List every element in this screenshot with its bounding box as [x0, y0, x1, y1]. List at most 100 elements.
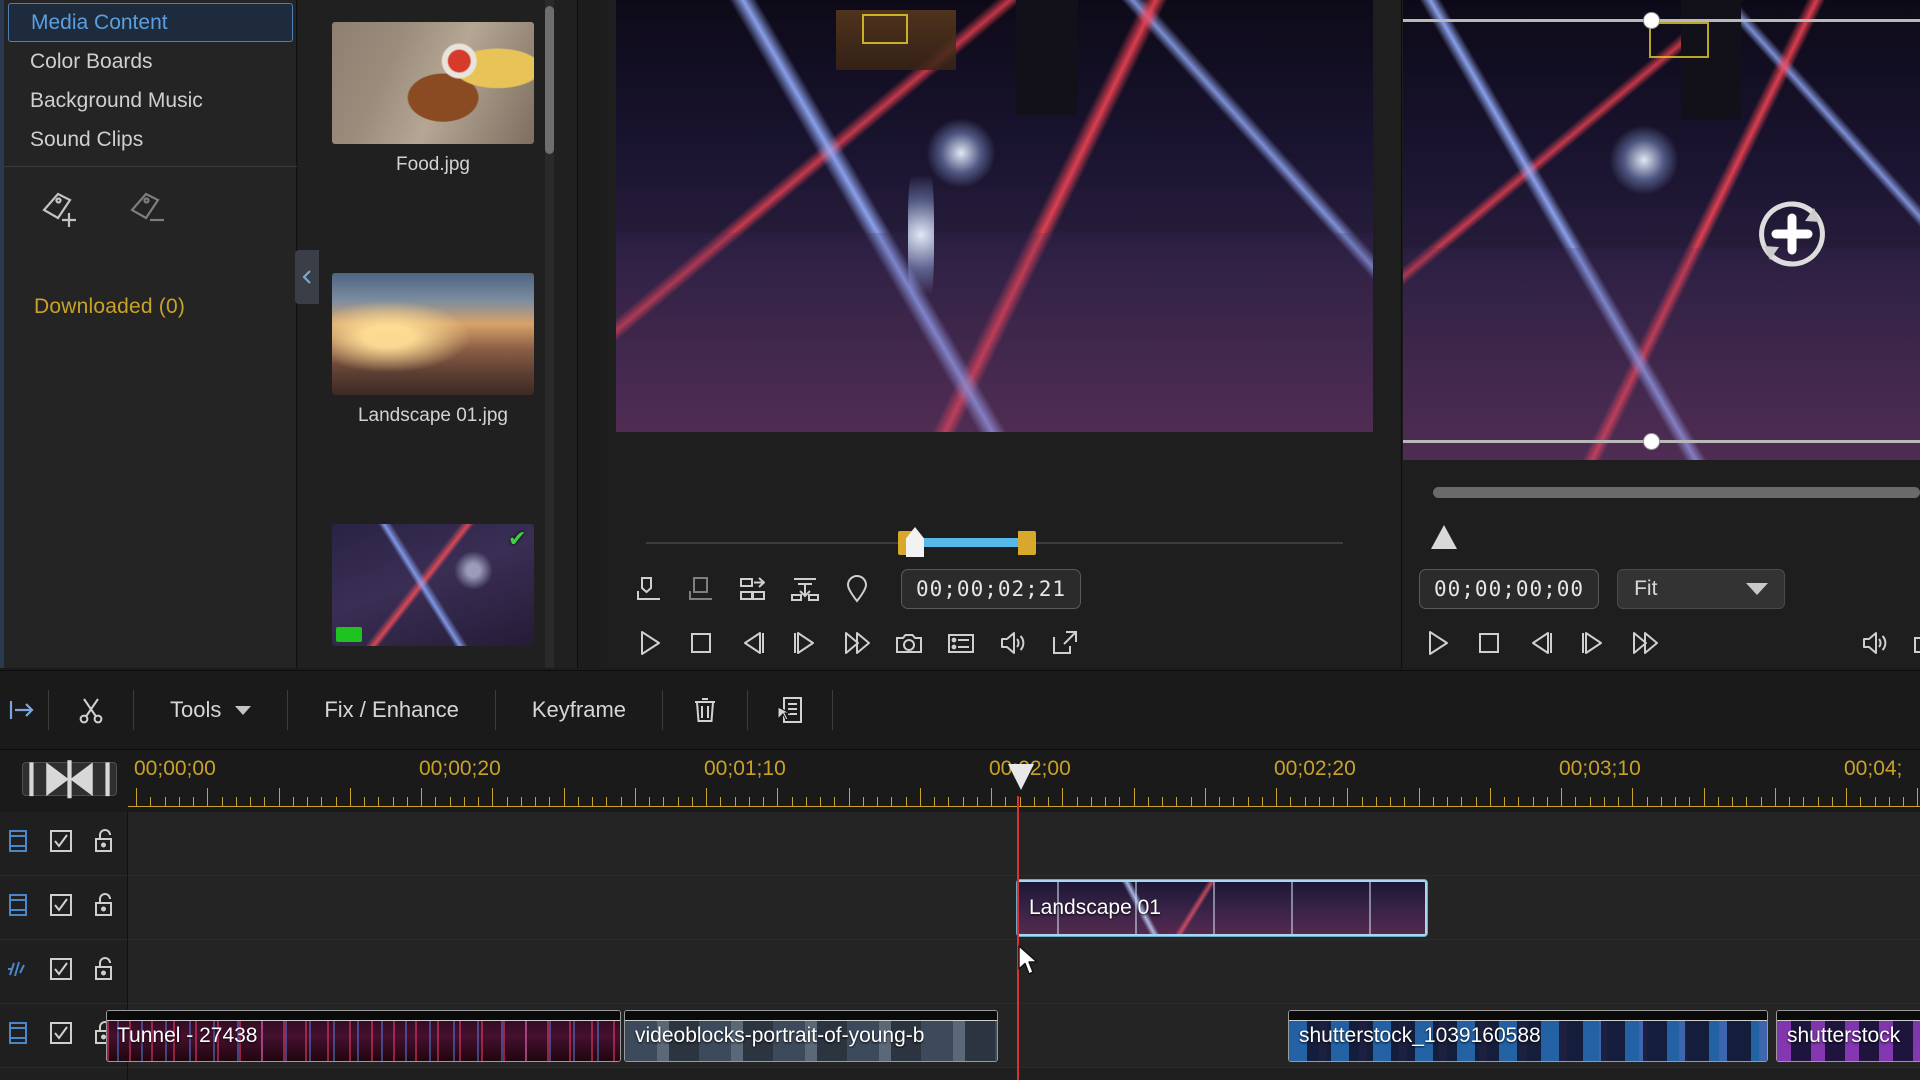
track-enable-checkbox[interactable] [48, 956, 74, 987]
zoom-level-select[interactable]: Fit [1617, 569, 1786, 609]
ruler-tick-marks [128, 786, 1920, 806]
rotate-move-icon[interactable] [1750, 192, 1834, 276]
sidebar-item-media-content[interactable]: Media Content [8, 3, 293, 42]
timeline-ruler-row: 00;00;00 00;00;20 00;01;10 00;02;00 00;0… [0, 750, 1920, 812]
sidebar-item-label: Media Content [31, 11, 168, 34]
fast-forward-icon [1633, 632, 1658, 654]
snap-toggle-button[interactable] [0, 670, 48, 750]
trim-out-handle[interactable] [1018, 531, 1036, 555]
step-forward-icon [1582, 632, 1602, 654]
timeline-clip-tunnel[interactable]: Tunnel - 27438 [106, 1010, 621, 1062]
timeline-clip-videoblocks[interactable]: videoblocks-portrait-of-young-b [624, 1010, 998, 1062]
track-lane-video-1[interactable]: Landscape 01 [128, 876, 1920, 940]
split-clip-button[interactable] [49, 670, 133, 750]
preview-controls-row-1: 00;00;02;21 [601, 562, 1402, 616]
sidebar-item-color-boards[interactable]: Color Boards [8, 42, 293, 81]
source-controls-row-2 [1403, 616, 1920, 670]
clip-label: shutterstock_1039160588 [1299, 1024, 1541, 1047]
video-light-beam [908, 150, 934, 320]
previous-frame-button[interactable] [1515, 620, 1567, 666]
track-lock-button[interactable] [92, 827, 116, 860]
source-timecode-display[interactable]: 00;00;00;00 [1419, 569, 1600, 609]
timeline-clip-shutterstock-1039160588[interactable]: shutterstock_1039160588 [1288, 1010, 1768, 1062]
play-button[interactable] [1411, 620, 1463, 666]
play-icon [1429, 631, 1448, 655]
track-header-video-2[interactable] [0, 812, 127, 876]
video-silhouette [1016, 0, 1078, 115]
scissors-icon [79, 698, 103, 724]
chevron-down-icon [235, 705, 252, 715]
source-stage[interactable] [1403, 0, 1920, 460]
fix-enhance-button[interactable]: Fix / Enhance [288, 670, 495, 750]
source-monitor-panel: 00;00;00;00 Fit [1403, 0, 1920, 668]
mark-in-icon [637, 577, 660, 600]
media-item[interactable]: Food.jpg [332, 22, 534, 176]
properties-button[interactable] [748, 670, 832, 750]
track-enable-checkbox[interactable] [48, 892, 74, 923]
clip-label: Tunnel - 27438 [117, 1024, 258, 1047]
scrubber-selection-range[interactable] [910, 538, 1025, 547]
stop-button[interactable] [1463, 620, 1515, 666]
fast-forward-button[interactable] [1619, 620, 1671, 666]
crop-bottom-handle[interactable] [1643, 433, 1660, 450]
tools-menu-button[interactable]: Tools [134, 670, 287, 750]
media-item[interactable]: ✔ [332, 524, 534, 646]
timeline-clip-landscape-01[interactable]: Landscape 01 [1017, 880, 1427, 936]
add-marker-button[interactable] [831, 566, 883, 612]
trash-icon [695, 698, 716, 722]
fit-timeline-button[interactable] [22, 759, 117, 799]
preview-scrubber[interactable] [616, 525, 1373, 559]
insert-clip-button[interactable] [727, 566, 779, 612]
sidebar-item-background-music[interactable]: Background Music [8, 81, 293, 120]
track-lane-video-2[interactable] [128, 812, 1920, 876]
next-frame-button[interactable] [1567, 620, 1619, 666]
preview-video[interactable] [616, 0, 1373, 432]
track-header-audio-1[interactable] [0, 940, 127, 1004]
track-lane-video-main[interactable]: Tunnel - 27438 videoblocks-portrait-of-y… [106, 1004, 1920, 1068]
previous-frame-button[interactable] [727, 620, 779, 666]
track-lock-button[interactable] [92, 891, 116, 924]
preview-timecode-display[interactable]: 00;00;02;21 [901, 569, 1082, 609]
fast-forward-button[interactable] [831, 620, 883, 666]
volume-button[interactable] [987, 620, 1039, 666]
program-monitor-panel: 00;00;02;21 [601, 0, 1402, 668]
playlist-button[interactable] [935, 620, 987, 666]
delete-button[interactable] [663, 670, 747, 750]
volume-button[interactable] [1849, 620, 1901, 666]
sidebar-item-sound-clips[interactable]: Sound Clips [8, 120, 293, 159]
snapshot-button[interactable] [1901, 620, 1920, 666]
set-in-point-button[interactable] [623, 566, 675, 612]
track-lock-button[interactable] [92, 955, 116, 988]
overwrite-clip-button[interactable] [779, 566, 831, 612]
track-enable-checkbox[interactable] [48, 1020, 74, 1051]
track-enable-checkbox[interactable] [48, 828, 74, 859]
tag-minus-icon[interactable] [126, 188, 174, 236]
stop-button[interactable] [675, 620, 727, 666]
collapse-panel-button[interactable] [295, 250, 319, 304]
track-header-video-1[interactable] [0, 876, 127, 940]
crop-top-guide[interactable] [1403, 19, 1920, 22]
speaker-icon [1001, 632, 1025, 654]
tag-plus-icon[interactable] [38, 188, 86, 236]
source-scrollbar[interactable] [1433, 487, 1920, 498]
crop-bottom-guide[interactable] [1403, 440, 1920, 443]
fix-enhance-label: Fix / Enhance [324, 697, 459, 722]
cursor-arrow-icon [1018, 945, 1038, 975]
snapshot-button[interactable] [883, 620, 935, 666]
fullscreen-button[interactable] [1039, 620, 1091, 666]
mouse-cursor [1017, 945, 1039, 977]
tag-actions [38, 188, 174, 236]
media-item[interactable]: Landscape 01.jpg [332, 273, 534, 427]
keyframe-label: Keyframe [531, 697, 627, 722]
play-button[interactable] [623, 620, 675, 666]
sidebar-item-label: Color Boards [30, 50, 153, 73]
keyframe-button[interactable]: Keyframe [496, 670, 662, 750]
crop-top-handle[interactable] [1643, 12, 1660, 29]
timeline-clip-shutterstock-2[interactable]: shutterstock [1776, 1010, 1920, 1062]
ruler-label: 00;02;20 [1274, 757, 1356, 780]
media-scrollbar-thumb[interactable] [545, 6, 554, 154]
preview-controls-row-2 [601, 616, 1402, 670]
next-frame-button[interactable] [779, 620, 831, 666]
set-out-point-button[interactable] [675, 566, 727, 612]
source-position-marker[interactable] [1431, 525, 1457, 549]
